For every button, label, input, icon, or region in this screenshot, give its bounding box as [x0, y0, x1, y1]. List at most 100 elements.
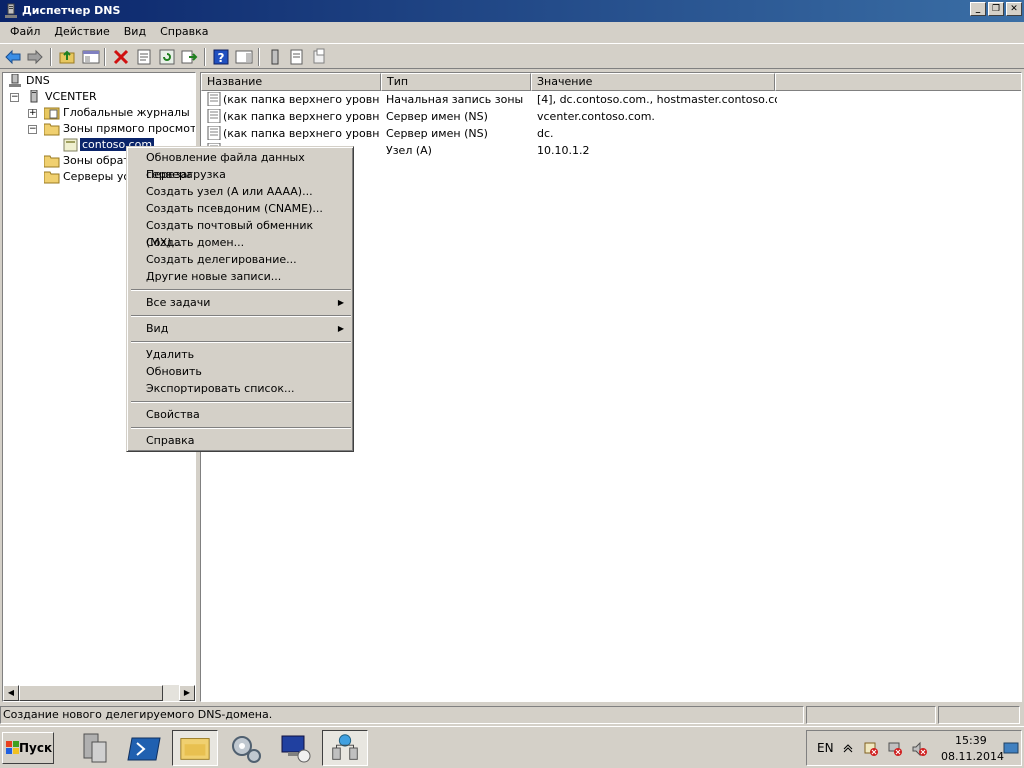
dns-icon — [9, 74, 21, 87]
show-desktop-icon[interactable] — [1003, 737, 1019, 759]
windows-logo-icon — [6, 741, 19, 754]
minimize-button[interactable]: _ — [970, 2, 986, 16]
action-center-icon[interactable] — [863, 741, 879, 757]
refresh-icon[interactable] — [158, 48, 176, 66]
taskbar: Пуск EN 15:39 08.11.2014 — [0, 726, 1024, 768]
services-gears-icon[interactable] — [222, 730, 268, 766]
cell-name: (как папка верхнего уровня) — [223, 127, 379, 140]
menu-separator — [131, 341, 351, 343]
cell-type: Узел (A) — [386, 144, 432, 157]
submenu-arrow-icon: ▶ — [337, 324, 344, 333]
system-tray: EN 15:39 08.11.2014 — [806, 730, 1022, 766]
menu-item-update-server-data-file[interactable]: Обновление файла данных сервера — [130, 149, 352, 181]
column-header-value[interactable]: Значение — [531, 73, 775, 91]
menu-separator — [131, 315, 351, 317]
logs-folder-icon — [44, 107, 60, 120]
explorer-icon[interactable] — [172, 730, 218, 766]
svg-text:?: ? — [218, 51, 225, 65]
menu-item-all-tasks[interactable]: Все задачи ▶ — [130, 294, 352, 311]
help-icon[interactable]: ? — [212, 48, 230, 66]
menu-item-view[interactable]: Вид ▶ — [130, 320, 352, 337]
show-hidden-icons-icon[interactable] — [843, 743, 853, 753]
start-button[interactable]: Пуск — [2, 732, 54, 764]
tree-label-forward-zones: Зоны прямого просмотра — [63, 122, 196, 135]
menu-view[interactable]: Вид — [117, 23, 153, 41]
menu-help[interactable]: Справка — [153, 23, 215, 41]
menu-item-new-mail-exchanger[interactable]: Создать почтовый обменник (MX)... — [130, 217, 352, 249]
menu-item-help[interactable]: Справка — [130, 432, 352, 449]
cell-name: (как папка верхнего уровня) — [223, 110, 379, 123]
menu-action[interactable]: Действие — [47, 23, 116, 41]
tree-item-dns[interactable]: DNS — [24, 73, 52, 89]
scroll-right-icon[interactable]: ▶ — [179, 685, 195, 701]
menu-bar: Файл Действие Вид Справка — [0, 22, 1024, 42]
menu-item-new-host[interactable]: Создать узел (A или AAAA)... — [130, 183, 352, 200]
properties-icon[interactable] — [135, 48, 153, 66]
up-folder-icon[interactable] — [58, 48, 76, 66]
table-row[interactable]: (как папка верхнего уровня) Сервер имен … — [201, 108, 1021, 125]
tree-item-vcenter[interactable]: VCENTER — [43, 89, 99, 105]
close-button[interactable]: ✕ — [1006, 2, 1022, 16]
scroll-left-icon[interactable]: ◀ — [3, 685, 19, 701]
column-header-type[interactable]: Тип — [381, 73, 531, 91]
volume-muted-icon[interactable] — [911, 741, 927, 757]
menu-item-delete[interactable]: Удалить — [130, 346, 352, 363]
menu-item-new-domain[interactable]: Создать домен... — [130, 234, 352, 251]
menu-item-new-alias[interactable]: Создать псевдоним (CNAME)... — [130, 200, 352, 217]
folder-icon — [44, 123, 60, 136]
menu-item-other-new-records[interactable]: Другие новые записи... — [130, 268, 352, 285]
start-label: Пуск — [19, 741, 53, 755]
title-bar: Диспетчер DNS _ ❐ ✕ — [0, 0, 1024, 22]
network-icon[interactable] — [887, 741, 903, 757]
record-icon[interactable] — [310, 48, 328, 66]
toolbar: ? — [0, 43, 1024, 69]
show-hide-tree-icon[interactable] — [82, 48, 100, 66]
remote-desktop-icon[interactable] — [272, 730, 318, 766]
record-icon — [207, 92, 221, 106]
menu-item-export-list[interactable]: Экспортировать список... — [130, 380, 352, 397]
restore-button[interactable]: ❐ — [988, 2, 1004, 16]
cell-value: vcenter.contoso.com. — [537, 110, 655, 123]
clock-time[interactable]: 15:39 — [955, 734, 987, 747]
column-headers: Название Тип Значение — [201, 73, 1021, 91]
tree-item-global-logs[interactable]: Глобальные журналы — [61, 105, 192, 121]
status-panel-2 — [806, 706, 936, 724]
server-manager-icon[interactable] — [72, 730, 118, 766]
menu-separator — [131, 289, 351, 291]
zone-icon[interactable] — [288, 48, 306, 66]
menu-item-properties[interactable]: Свойства — [130, 406, 352, 423]
expand-global-logs-icon[interactable]: + — [28, 109, 37, 118]
table-row[interactable]: (как папка верхнего уровня) Сервер имен … — [201, 125, 1021, 142]
status-text: Создание нового делегируемого DNS-домена… — [0, 706, 804, 724]
zone-icon — [63, 138, 78, 152]
cell-type: Сервер имен (NS) — [386, 127, 488, 140]
dns-manager-icon[interactable] — [322, 730, 368, 766]
collapse-vcenter-icon[interactable]: − — [10, 93, 19, 102]
collapse-forward-zones-icon[interactable]: − — [28, 125, 37, 134]
cell-value: dc. — [537, 127, 554, 140]
clock-date[interactable]: 08.11.2014 — [941, 750, 1004, 763]
scroll-thumb[interactable] — [19, 685, 163, 701]
delete-icon[interactable] — [112, 48, 130, 66]
tree-label-global-logs: Глобальные журналы — [63, 106, 190, 119]
tree-label-vcenter: VCENTER — [45, 90, 97, 103]
tree-horizontal-scrollbar[interactable]: ◀ ▶ — [3, 685, 195, 701]
language-indicator[interactable]: EN — [817, 741, 834, 755]
menu-item-reload[interactable]: Перезагрузка — [130, 166, 352, 183]
context-menu: Обновление файла данных сервера Перезагр… — [126, 146, 354, 452]
window-title: Диспетчер DNS — [22, 4, 121, 17]
forward-arrow-icon[interactable] — [26, 48, 44, 66]
table-row[interactable]: (как папка верхнего уровня) Начальная за… — [201, 91, 1021, 108]
tree-item-forward-zones[interactable]: Зоны прямого просмотра — [61, 121, 196, 137]
powershell-icon[interactable] — [122, 730, 168, 766]
folder-icon — [44, 155, 60, 168]
menu-item-refresh[interactable]: Обновить — [130, 363, 352, 380]
action-pane-icon[interactable] — [235, 48, 253, 66]
server-icon[interactable] — [266, 48, 284, 66]
submenu-arrow-icon: ▶ — [337, 298, 344, 307]
menu-file[interactable]: Файл — [3, 23, 47, 41]
column-header-name[interactable]: Название — [201, 73, 381, 91]
export-list-icon[interactable] — [180, 48, 198, 66]
back-arrow-icon[interactable] — [4, 48, 22, 66]
menu-item-new-delegation[interactable]: Создать делегирование... — [130, 251, 352, 268]
